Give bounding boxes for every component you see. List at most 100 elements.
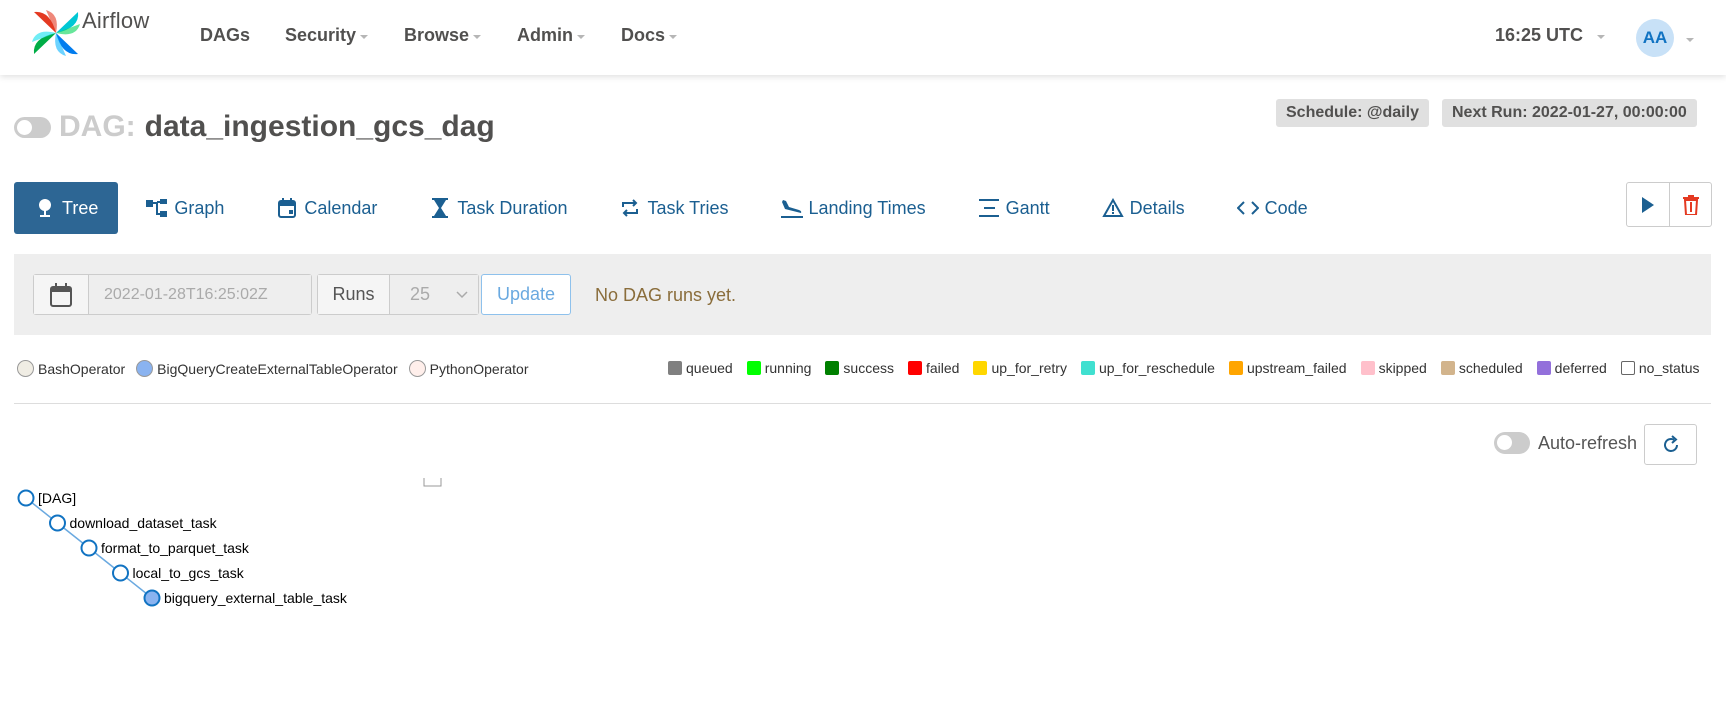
nav-dags-label: DAGs xyxy=(200,25,251,45)
nav-browse[interactable]: Browse xyxy=(404,25,482,46)
operator-name: PythonOperator xyxy=(429,360,529,377)
tree-icon xyxy=(34,197,56,219)
nav-security[interactable]: Security xyxy=(285,25,369,46)
operator-dot xyxy=(17,360,34,377)
top-navbar: Airflow DAGs Security Browse Admin Docs … xyxy=(0,0,1726,75)
trigger-dag-button[interactable] xyxy=(1627,183,1669,226)
nav-admin[interactable]: Admin xyxy=(517,25,585,46)
tree-node-label[interactable]: bigquery_external_table_task xyxy=(164,590,348,606)
operator-name: BigQueryCreateExternalTableOperator xyxy=(157,360,398,377)
tab-calendar-label: Calendar xyxy=(304,197,378,218)
tree-node-label[interactable]: download_dataset_task xyxy=(70,515,218,531)
dag-view-tabs: Tree Graph Calendar Task Duration Task T… xyxy=(14,182,1336,234)
legend-state[interactable]: scheduled xyxy=(1440,360,1523,376)
nav-dags[interactable]: DAGs xyxy=(200,25,250,46)
tree-node-circle[interactable] xyxy=(80,539,98,557)
tree-node-circle[interactable] xyxy=(143,589,161,607)
dag-pause-toggle[interactable] xyxy=(14,116,51,138)
tab-task-duration[interactable]: Task Duration xyxy=(405,182,591,234)
tree-node-label[interactable]: [DAG] xyxy=(38,490,76,506)
tab-details-label: Details xyxy=(1129,197,1185,218)
state-swatch xyxy=(1536,361,1551,375)
dag-label: DAG: xyxy=(59,110,136,143)
auto-refresh-toggle[interactable] xyxy=(1494,432,1530,454)
timezone-clock[interactable]: 16:25 UTC xyxy=(1495,25,1606,46)
legend-divider xyxy=(14,403,1711,404)
code-icon xyxy=(1236,197,1259,219)
tab-code-label: Code xyxy=(1264,197,1308,218)
state-swatch xyxy=(908,361,922,375)
state-swatch xyxy=(746,361,761,375)
chevron-down-icon xyxy=(577,35,585,39)
state-name: queued xyxy=(686,360,733,376)
tab-gantt[interactable]: Gantt xyxy=(954,182,1074,234)
num-runs-select[interactable]: 25 xyxy=(390,275,478,314)
legend-state[interactable]: failed xyxy=(908,360,959,376)
state-swatch xyxy=(1620,361,1635,375)
state-name: skipped xyxy=(1378,360,1427,376)
airflow-logo[interactable]: Airflow xyxy=(32,8,149,56)
operator-dot xyxy=(136,360,154,377)
tab-task-tries-label: Task Tries xyxy=(647,197,729,218)
no-runs-message: No DAG runs yet. xyxy=(595,285,737,305)
tab-task-tries[interactable]: Task Tries xyxy=(595,182,752,234)
nav-docs[interactable]: Docs xyxy=(621,25,678,46)
state-name: failed xyxy=(926,360,960,376)
chevron-down-icon xyxy=(669,35,678,39)
legend-state[interactable]: queued xyxy=(668,360,733,376)
state-name: deferred xyxy=(1554,360,1607,376)
tree-node-label[interactable]: local_to_gcs_task xyxy=(133,565,245,581)
state-swatch xyxy=(825,361,840,375)
base-date-input[interactable]: 2022-01-28T16:25:02Z xyxy=(89,275,311,314)
state-swatch xyxy=(1228,361,1243,375)
legend-state[interactable]: up_for_retry xyxy=(973,360,1067,376)
play-icon xyxy=(1642,196,1654,213)
pinwheel-logo-icon xyxy=(32,10,80,56)
user-avatar[interactable]: AA xyxy=(1636,19,1674,57)
delete-dag-button[interactable] xyxy=(1669,183,1711,226)
dag-actions xyxy=(1626,182,1712,227)
tab-graph-label: Graph xyxy=(174,197,225,218)
nav-docs-label: Docs xyxy=(621,25,666,45)
legend-state[interactable]: up_for_reschedule xyxy=(1080,360,1215,376)
tree-node-label[interactable]: format_to_parquet_task xyxy=(101,540,250,556)
legend-state[interactable]: deferred xyxy=(1536,360,1607,376)
legend-state[interactable]: success xyxy=(825,360,894,376)
tree-bracket xyxy=(423,478,442,487)
tab-landing-times-label: Landing Times xyxy=(808,197,926,218)
state-name: running xyxy=(764,360,812,376)
state-name: up_for_retry xyxy=(991,360,1067,376)
date-picker-button[interactable] xyxy=(34,275,89,314)
runs-label: Runs xyxy=(318,275,390,314)
tree-node-circle[interactable] xyxy=(17,489,35,507)
tab-landing-times[interactable]: Landing Times xyxy=(757,182,950,234)
legend-state[interactable]: skipped xyxy=(1360,360,1427,376)
tree-node-circle[interactable] xyxy=(112,564,129,582)
tree-filter-bar: 2022-01-28T16:25:02Z Runs 25 Update No D… xyxy=(14,254,1711,335)
auto-refresh-control: Auto-refresh xyxy=(1494,432,1637,454)
tab-details[interactable]: Details xyxy=(1078,182,1209,234)
gantt-icon xyxy=(978,197,1000,219)
dag-title: data_ingestion_gcs_dag xyxy=(144,110,495,143)
repeat-icon xyxy=(619,197,641,219)
legend-state[interactable]: upstream_failed xyxy=(1228,360,1347,376)
tree-view: [DAG] download_dataset_task format_to_parq… xyxy=(17,478,442,607)
trash-icon xyxy=(1682,194,1699,215)
tab-code[interactable]: Code xyxy=(1213,182,1332,234)
legend-state[interactable]: running xyxy=(746,360,812,376)
legend-state[interactable]: no_status xyxy=(1620,360,1700,376)
state-swatch xyxy=(973,361,988,375)
chevron-down-icon[interactable] xyxy=(1686,38,1694,42)
next-run-badge: Next Run: 2022-01-27, 00:00:00 xyxy=(1442,99,1697,127)
tab-tree[interactable]: Tree xyxy=(14,182,119,234)
tab-graph[interactable]: Graph xyxy=(122,182,248,234)
base-date-group: 2022-01-28T16:25:02Z xyxy=(33,274,312,315)
state-name: up_for_reschedule xyxy=(1098,360,1215,376)
tab-calendar[interactable]: Calendar xyxy=(252,182,401,234)
runs-group: Runs 25 xyxy=(317,274,479,315)
refresh-button[interactable] xyxy=(1644,424,1697,465)
state-legend: queued running success failed up_for_ret… xyxy=(668,360,1700,376)
tree-node-circle[interactable] xyxy=(49,514,66,532)
update-button[interactable]: Update xyxy=(481,274,571,315)
legend-operator: BashOperator xyxy=(17,360,125,377)
